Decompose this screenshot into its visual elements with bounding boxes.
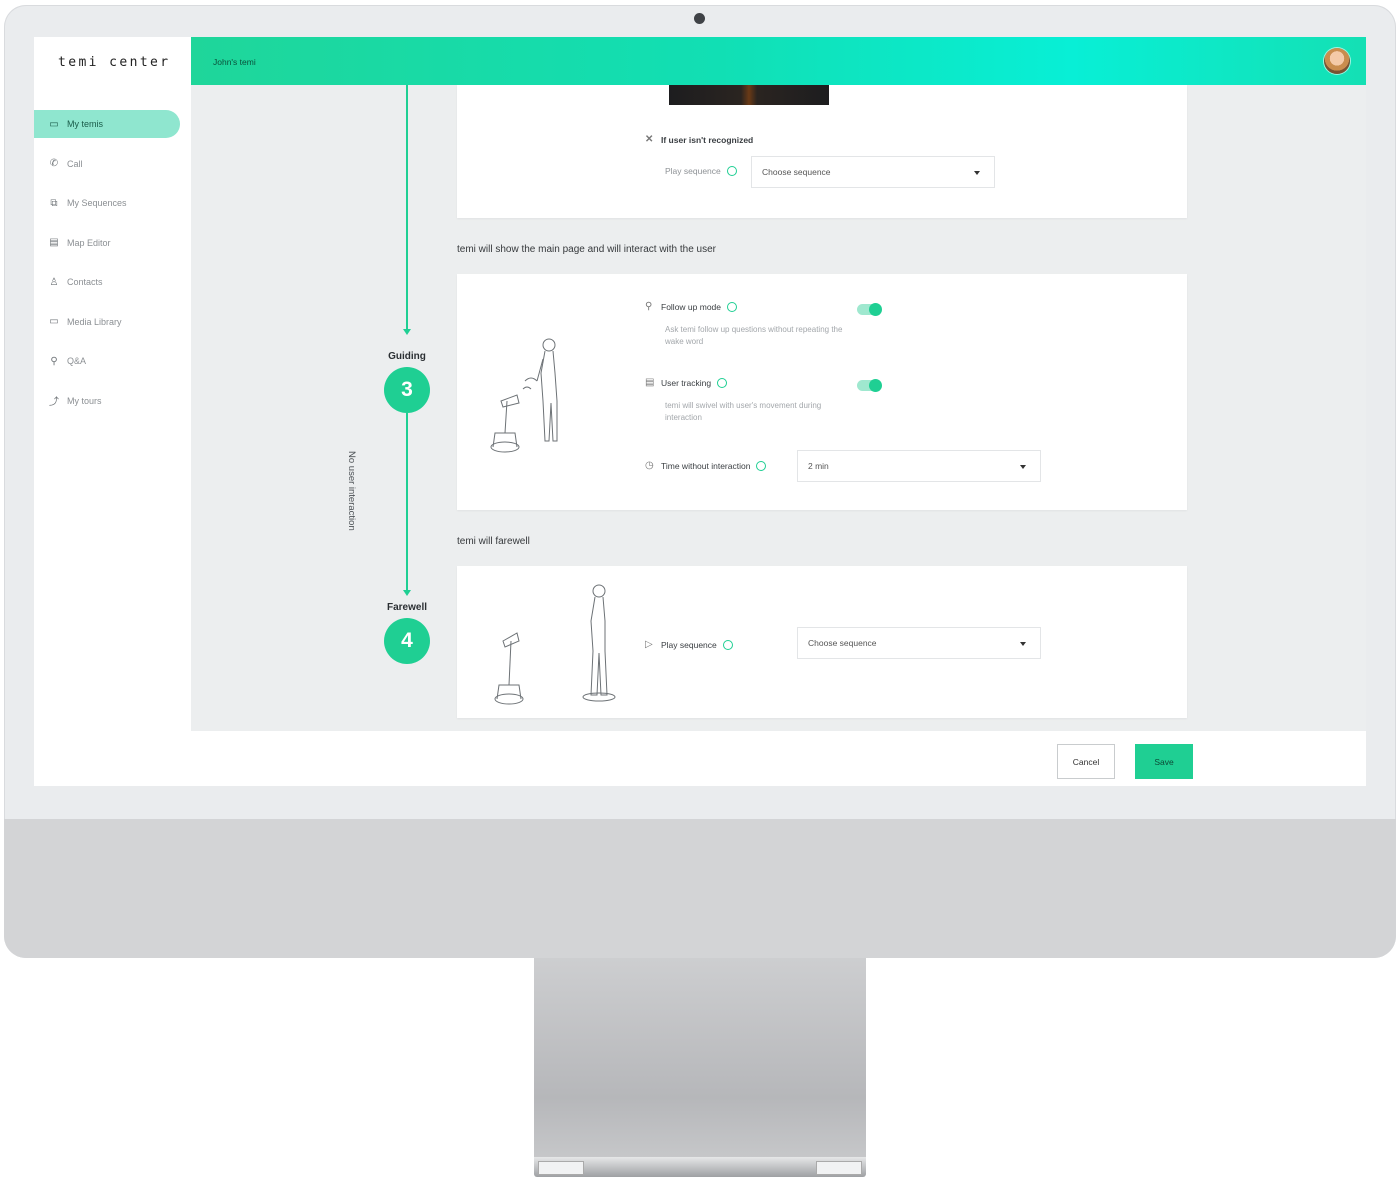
sidebar-item-media-library[interactable]: ▭ Media Library bbox=[34, 308, 191, 336]
interaction-card: ⚲ Follow up mode Ask temi follow up ques… bbox=[457, 274, 1187, 510]
monitor-stand-foot bbox=[534, 1157, 866, 1177]
tracking-icon: ▤ bbox=[645, 377, 655, 388]
timeline-arrow-down bbox=[403, 329, 411, 335]
sidebar-item-label: Map Editor bbox=[67, 237, 111, 248]
sidebar-nav: ▭ My temis ✆ Call ⧉ My Sequences ▤ Map E… bbox=[34, 110, 191, 426]
sidebar-item-label: My Sequences bbox=[67, 198, 127, 208]
play-icon: ▷ bbox=[645, 639, 653, 650]
follow-up-toggle[interactable] bbox=[857, 303, 882, 316]
info-icon[interactable] bbox=[726, 166, 737, 176]
chevron-down-icon bbox=[1020, 642, 1026, 646]
chevron-down-icon bbox=[1020, 465, 1026, 469]
microphone-icon: ⚲ bbox=[50, 355, 58, 367]
save-button[interactable]: Save bbox=[1135, 744, 1193, 779]
farewell-play-row: ▷ Play sequence bbox=[645, 639, 733, 650]
play-sequence-label: Play sequence bbox=[665, 166, 721, 176]
timeline-connector-top bbox=[406, 85, 408, 329]
person-icon: ♙ bbox=[49, 276, 59, 288]
sequences-icon: ⧉ bbox=[50, 197, 58, 209]
farewell-play-label: Play sequence bbox=[661, 639, 717, 650]
play-sequence-row: Play sequence bbox=[665, 166, 737, 176]
interaction-section-title: temi will show the main page and will in… bbox=[457, 244, 717, 255]
step-label-guiding: Guiding bbox=[388, 351, 426, 362]
info-icon[interactable] bbox=[727, 301, 738, 312]
sidebar: temi center ▭ My temis ✆ Call ⧉ My Seque… bbox=[34, 37, 191, 786]
sidebar-item-label: Call bbox=[67, 158, 83, 169]
camera-dot bbox=[694, 13, 705, 24]
video-thumbnail bbox=[669, 85, 829, 105]
step-label-farewell: Farewell bbox=[386, 602, 428, 613]
sidebar-item-my-sequences[interactable]: ⧉ My Sequences bbox=[34, 189, 191, 217]
sidebar-item-label: My tours bbox=[67, 395, 102, 406]
info-icon[interactable] bbox=[717, 377, 728, 388]
sidebar-item-call[interactable]: ✆ Call bbox=[34, 150, 191, 178]
user-off-icon: ✕ bbox=[645, 134, 654, 145]
sequence-select[interactable]: Choose sequence bbox=[751, 156, 995, 188]
recognition-card: ✕ If user isn't recognized Play sequence… bbox=[457, 85, 1187, 218]
timeout-select[interactable]: 2 min bbox=[797, 450, 1041, 482]
monitor-chin bbox=[4, 819, 1396, 958]
route-icon: ⤴ bbox=[49, 397, 59, 408]
info-icon[interactable] bbox=[722, 639, 733, 650]
timeline-connector-bottom bbox=[406, 413, 408, 591]
follow-up-row: ⚲ Follow up mode bbox=[645, 301, 738, 312]
cancel-button[interactable]: Cancel bbox=[1057, 744, 1115, 779]
monitor-stand bbox=[534, 958, 866, 1158]
clock-icon: ◷ bbox=[645, 460, 654, 471]
unrecognized-heading-row: ✕ If user isn't recognized bbox=[645, 134, 753, 145]
info-icon[interactable] bbox=[756, 460, 767, 471]
folder-icon: ▭ bbox=[49, 316, 59, 327]
top-bar: John's temi bbox=[191, 37, 1366, 85]
footer-bar: Cancel Save bbox=[191, 735, 1366, 786]
step-circle-3: 3 bbox=[384, 367, 430, 413]
sidebar-item-my-temis[interactable]: ▭ My temis bbox=[34, 110, 180, 138]
robot-name: John's temi bbox=[213, 57, 256, 67]
time-without-interaction-label: Time without interaction bbox=[661, 460, 751, 471]
user-tracking-label: User tracking bbox=[661, 377, 712, 388]
no-user-interaction-label: No user interaction bbox=[346, 451, 357, 531]
user-tracking-toggle[interactable] bbox=[857, 379, 882, 392]
unrecognized-heading: If user isn't recognized bbox=[661, 134, 754, 145]
app-screen: temi center ▭ My temis ✆ Call ⧉ My Seque… bbox=[34, 37, 1366, 786]
robot-list-icon: ▭ bbox=[49, 118, 59, 130]
sidebar-item-label: Q&A bbox=[67, 356, 87, 366]
sidebar-item-label: Contacts bbox=[67, 277, 103, 287]
step-circle-4: 4 bbox=[384, 618, 430, 664]
sidebar-item-map-editor[interactable]: ▤ Map Editor bbox=[34, 229, 191, 257]
timeout-select-value: 2 min bbox=[808, 461, 829, 471]
sequence-select-value: Choose sequence bbox=[762, 167, 831, 177]
user-tracking-row: ▤ User tracking bbox=[645, 377, 728, 388]
sidebar-item-label: Media Library bbox=[67, 316, 122, 327]
timeline-arrow-down bbox=[403, 590, 411, 596]
chevron-down-icon bbox=[974, 171, 980, 175]
sidebar-item-label: My temis bbox=[67, 119, 103, 129]
farewell-card: ▷ Play sequence Choose sequence bbox=[457, 566, 1187, 718]
microphone-icon: ⚲ bbox=[645, 301, 653, 312]
robot-and-person-illustration bbox=[490, 338, 558, 453]
map-icon: ▤ bbox=[49, 237, 59, 248]
robot-and-person-farewell-illustration bbox=[494, 584, 616, 705]
logo: temi center bbox=[58, 55, 171, 70]
farewell-section-title: temi will farewell bbox=[457, 536, 530, 547]
time-without-interaction-row: ◷ Time without interaction bbox=[645, 460, 767, 471]
sidebar-item-qa[interactable]: ⚲ Q&A bbox=[34, 347, 191, 375]
main-content: Guiding 3 No user interaction Farewell 4… bbox=[191, 85, 1366, 731]
avatar[interactable] bbox=[1324, 48, 1350, 74]
farewell-sequence-select[interactable]: Choose sequence bbox=[797, 627, 1041, 659]
follow-up-label: Follow up mode bbox=[661, 301, 722, 312]
follow-up-description: Ask temi follow up questions without rep… bbox=[665, 325, 843, 346]
sidebar-item-contacts[interactable]: ♙ Contacts bbox=[34, 268, 191, 296]
farewell-select-value: Choose sequence bbox=[808, 638, 877, 648]
sidebar-item-my-tours[interactable]: ⤴ My tours bbox=[34, 387, 191, 415]
user-tracking-description: temi will swivel with user's movement du… bbox=[665, 401, 822, 422]
phone-icon: ✆ bbox=[49, 158, 59, 169]
